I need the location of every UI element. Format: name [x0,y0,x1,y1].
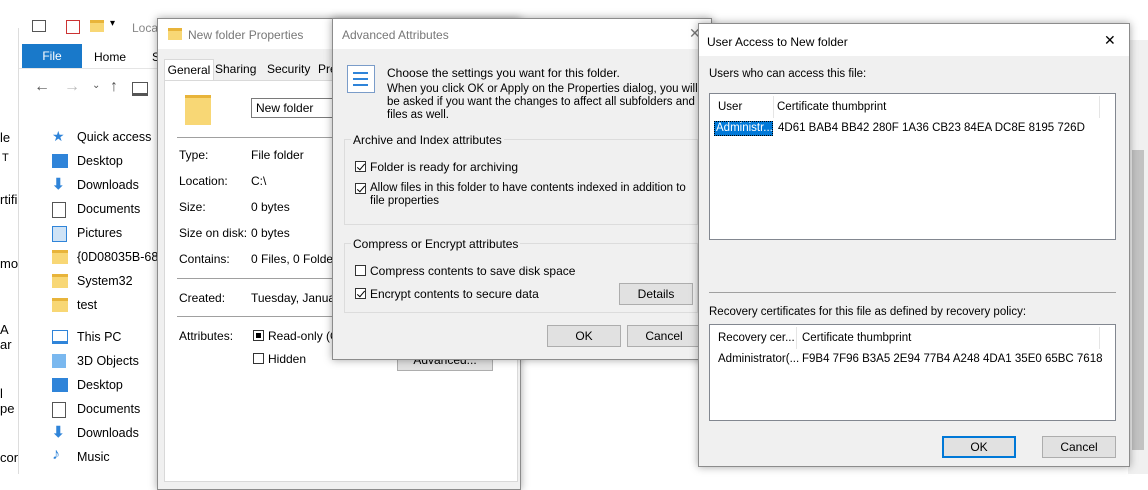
nav-label: Quick access [77,130,152,144]
advanced-ok-button[interactable]: OK [547,325,621,347]
advanced-intro-detail: When you click OK or Apply on the Proper… [387,83,698,121]
tab-security[interactable]: Security [267,62,310,76]
nav-label: Documents [77,202,141,216]
useraccess-ok-button[interactable]: OK [942,436,1016,458]
properties-folder-icon [168,28,182,40]
nav-label: {0D08035B-681 [77,250,166,264]
recovery-col-thumb[interactable]: Certificate thumbprint [802,332,911,344]
useraccess-title: User Access to New folder [707,35,848,49]
nav-label: Pictures [77,226,123,240]
nav-label: Desktop [77,154,123,168]
row-contains-label: Contains: [179,252,230,266]
readonly-checkbox[interactable] [253,330,264,341]
nav-label: Music [77,450,110,464]
row-size-label: Size: [179,200,206,214]
download-icon: ⬇ [52,424,65,441]
users-col-sep-2 [1099,96,1100,118]
advanced-cancel-button[interactable]: Cancel [627,325,701,347]
row-sizedisk-value: 0 bytes [251,226,290,240]
useraccess-close-icon[interactable]: ✕ [1104,32,1116,49]
hidden-label: Hidden [268,352,307,366]
music-icon: ♪ [52,446,60,463]
folder-icon [52,250,68,264]
useraccess-cancel-button[interactable]: Cancel [1042,436,1116,458]
hidden-checkbox[interactable] [253,353,264,364]
documents-icon [52,202,66,218]
recovery-col-sep-2 [1099,327,1100,349]
nav-pane: ★ Quick access Desktop ⬇ Downloads Docum… [0,0,165,474]
users-row-thumb: 4D61 BAB4 BB42 280F 1A36 CB23 84EA DC8E … [778,122,1085,134]
archive-checkbox[interactable] [355,161,366,172]
desktop-icon [52,154,68,168]
recovery-label: Recovery certificates for this file as d… [709,306,1027,318]
nav-label: test [77,298,98,312]
users-label: Users who can access this file: [709,68,867,80]
documents-icon [52,402,66,418]
advanced-intro: Choose the settings you want for this fo… [387,66,620,80]
users-col-sep-1 [773,96,774,118]
compress-checkbox[interactable] [355,265,366,276]
row-location-label: Location: [179,174,228,188]
desktop-icon [52,378,68,392]
advanced-dialog: Advanced Attributes ✕ Choose the setting… [332,18,712,360]
mid-divider [709,292,1116,293]
recovery-col-user[interactable]: Recovery cer... [718,332,795,344]
users-col-thumb[interactable]: Certificate thumbprint [777,101,886,113]
index-checkbox[interactable] [355,183,366,194]
row-size-value: 0 bytes [251,200,290,214]
row-created-value: Tuesday, January [251,291,346,305]
tab-sharing[interactable]: Sharing [215,62,256,76]
advanced-title: Advanced Attributes [342,28,449,42]
nav-label: System32 [77,274,133,288]
advanced-titlebar: Advanced Attributes ✕ [333,19,711,49]
archive-group-label: Archive and Index attributes [351,133,504,147]
users-col-user[interactable]: User [718,101,742,113]
properties-title: New folder Properties [188,28,304,42]
recovery-list[interactable]: Recovery cer... Certificate thumbprint A… [709,324,1116,421]
useraccess-titlebar: User Access to New folder ✕ [699,24,1129,56]
folder-icon [52,274,68,288]
encrypt-checkbox[interactable] [355,288,366,299]
scrollbar-thumb[interactable] [1132,150,1144,450]
encrypt-label: Encrypt contents to secure data [370,287,539,301]
nav-label: Documents [77,402,141,416]
download-icon: ⬇ [52,176,65,193]
row-contains-value: 0 Files, 0 Folders [251,252,344,266]
compress-label: Compress contents to save disk space [370,264,576,278]
settings-list-icon [347,65,375,93]
nav-label: This PC [77,330,122,344]
nav-label: 3D Objects [77,354,139,368]
archive-label: Folder is ready for archiving [370,160,519,174]
row-location-value: C:\ [251,174,267,188]
compress-group-label: Compress or Encrypt attributes [351,237,521,251]
big-folder-icon [185,95,211,125]
computer-icon [52,330,68,344]
pictures-icon [52,226,67,242]
users-row-user: Administr... [716,122,772,134]
nav-label: Desktop [77,378,123,392]
row-type-label: Type: [179,148,209,162]
nav-label: Downloads [77,426,139,440]
recovery-row-user: Administrator(... [718,353,800,365]
details-button[interactable]: Details [619,283,693,305]
attributes-label: Attributes: [179,329,234,343]
row-type-value: File folder [251,148,304,162]
useraccess-dialog: User Access to New folder ✕ Users who ca… [698,23,1130,467]
row-created-label: Created: [179,291,226,305]
tab-general[interactable]: General [164,59,214,81]
users-list[interactable]: User Certificate thumbprint Administr...… [709,93,1116,240]
explorer-scrollbar[interactable] [1128,40,1148,474]
index-label: Allow files in this folder to have conte… [370,182,686,207]
row-sizedisk-label: Size on disk: [179,226,248,240]
recovery-col-sep-1 [796,327,797,349]
nav-label: Downloads [77,178,139,192]
cube-icon [52,354,66,368]
recovery-row-thumb: F9B4 7F96 B3A5 2E94 77B4 A248 4DA1 35E0 … [802,353,1103,365]
star-icon: ★ [52,128,65,144]
folder-icon [52,298,68,312]
